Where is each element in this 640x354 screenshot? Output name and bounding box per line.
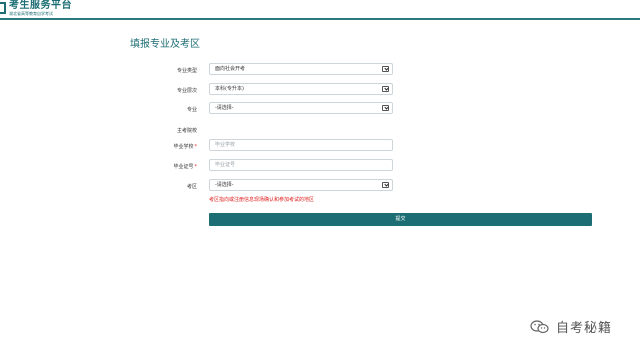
graduate-school-label: 毕业学校* (117, 143, 197, 150)
major-level-value: 本科(专升本) (215, 86, 244, 92)
major-type-select[interactable]: 面向社会开考 (209, 63, 393, 75)
major-type-value: 面向社会开考 (215, 66, 246, 72)
chevron-down-icon (382, 86, 389, 92)
top-header: 考生服务平台 湖北省高等教育自学考试 (0, 0, 640, 20)
wechat-icon (530, 319, 550, 334)
submit-button[interactable]: 提交 (209, 213, 592, 226)
exam-area-label: 考区 (186, 184, 197, 190)
watermark: 自考秘籍 (530, 316, 612, 336)
major-type-label: 专业类型 (176, 68, 197, 74)
graduate-school-label-text: 毕业学校 (173, 144, 194, 150)
major-level-label: 专业层次 (176, 88, 197, 94)
major-label: 专业 (186, 107, 197, 113)
app-subtitle: 湖北省高等教育自学考试 (9, 11, 53, 16)
chevron-down-icon (382, 182, 389, 188)
major-value: -请选择- (215, 105, 234, 111)
major-level-select[interactable]: 本科(专升本) (209, 83, 393, 95)
required-mark: * (194, 144, 198, 150)
exam-area-value: -请选择- (215, 182, 234, 188)
chevron-down-icon (382, 66, 389, 72)
exam-area-select[interactable]: -请选择- (209, 179, 393, 191)
page-title: 填报专业及考区 (130, 39, 200, 50)
exam-area-hint: 考区指向或注册信息现场确认和参加考试的地区 (209, 197, 315, 203)
required-mark: * (194, 164, 198, 170)
chevron-down-icon (382, 105, 389, 111)
diploma-number-input[interactable]: 毕业证号 (209, 159, 393, 171)
watermark-text: 自考秘籍 (556, 320, 613, 336)
diploma-number-label-text: 毕业证号 (173, 164, 194, 170)
diploma-number-label: 毕业证号* (117, 163, 197, 170)
graduate-school-input[interactable]: 毕业学校 (209, 139, 393, 151)
logo-icon (0, 2, 6, 14)
major-select[interactable]: -请选择- (209, 102, 393, 114)
exam-institution-label: 主考院校 (176, 128, 197, 134)
